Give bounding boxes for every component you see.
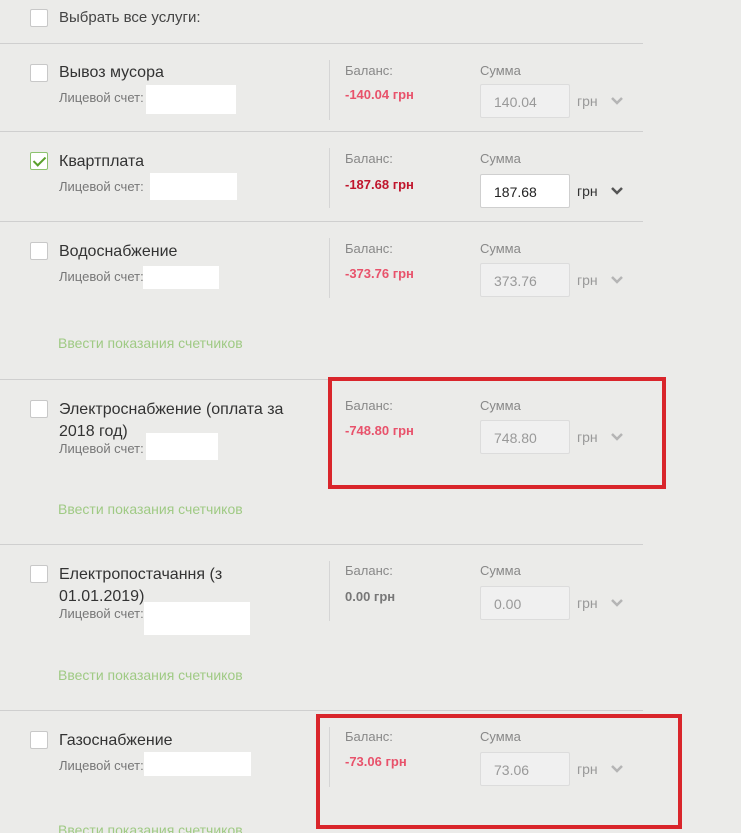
balance-label: Баланс: [345,63,393,78]
chevron-down-icon[interactable] [610,96,624,106]
currency-label: грн [577,93,598,109]
account-number-redacted [146,433,218,460]
balance-value: -140.04 грн [345,87,414,102]
chevron-down-icon[interactable] [610,186,624,196]
account-label: Лицевой счет: [59,269,144,284]
service-row-water: Водоснабжение Лицевой счет: Баланс: -373… [0,222,643,380]
sum-label: Сумма [480,63,521,78]
sum-input[interactable]: 373.76 [480,263,570,297]
balance-value: 0.00 грн [345,589,396,604]
service-name-line1: Электроснабжение (оплата за [59,401,284,418]
service-name-line2: 2018 год) [59,423,128,440]
select-all-checkbox[interactable] [30,9,48,27]
service-name: Квартплата [59,153,145,170]
chevron-down-icon[interactable] [610,275,624,285]
service-checkbox[interactable] [30,400,48,418]
account-label: Лицевой счет: [59,179,144,194]
account-number-redacted [146,85,236,114]
service-checkbox[interactable] [30,565,48,583]
service-name-line1: Електропостачання (з [59,566,223,583]
account-label: Лицевой счет: [59,758,144,773]
highlight-box-electricity [328,377,666,489]
enter-meter-readings-link[interactable]: Ввести показания счетчиков [58,667,243,683]
service-checkbox[interactable] [30,242,48,260]
sum-label: Сумма [480,151,521,166]
column-divider [329,60,330,120]
account-label: Лицевой счет: [59,90,144,105]
select-all-label: Выбрать все услуги: [59,9,201,26]
balance-value: -373.76 грн [345,266,414,281]
balance-label: Баланс: [345,563,393,578]
balance-value: -187.68 грн [345,177,414,192]
account-label: Лицевой счет: [59,606,144,621]
service-name: Вывоз мусора [59,64,164,81]
enter-meter-readings-link[interactable]: Ввести показания счетчиков [58,501,243,517]
column-divider [329,561,330,621]
sum-label: Сумма [480,563,521,578]
account-number-redacted [143,266,219,289]
account-number-redacted [144,602,250,635]
column-divider [329,148,330,208]
account-label: Лицевой счет: [59,441,144,456]
currency-label: грн [577,595,598,611]
service-checkbox[interactable] [30,64,48,82]
service-row-rent: Квартплата Лицевой счет: Баланс: -187.68… [0,132,643,222]
sum-input[interactable]: 187.68 [480,174,570,208]
service-checkbox[interactable] [30,731,48,749]
balance-label: Баланс: [345,241,393,256]
highlight-box-gas [316,714,682,829]
account-number-redacted [144,752,251,776]
service-checkbox[interactable] [30,152,48,170]
select-all-row: Выбрать все услуги: [0,0,643,44]
sum-input[interactable]: 0.00 [480,586,570,620]
sum-input[interactable]: 140.04 [480,84,570,118]
currency-label: грн [577,183,598,199]
currency-label: грн [577,272,598,288]
service-name: Водоснабжение [59,243,178,260]
chevron-down-icon[interactable] [610,598,624,608]
service-name: Газоснабжение [59,732,173,749]
column-divider [329,238,330,298]
service-row-electricity-2019: Електропостачання (з 01.01.2019) Лицевой… [0,545,643,711]
balance-label: Баланс: [345,151,393,166]
enter-meter-readings-link[interactable]: Ввести показания счетчиков [58,335,243,351]
enter-meter-readings-link[interactable]: Ввести показания счетчиков [58,822,243,833]
account-number-redacted [150,173,237,200]
sum-label: Сумма [480,241,521,256]
service-row-garbage: Вывоз мусора Лицевой счет: Баланс: -140.… [0,44,643,132]
service-name-line2: 01.01.2019) [59,588,145,605]
